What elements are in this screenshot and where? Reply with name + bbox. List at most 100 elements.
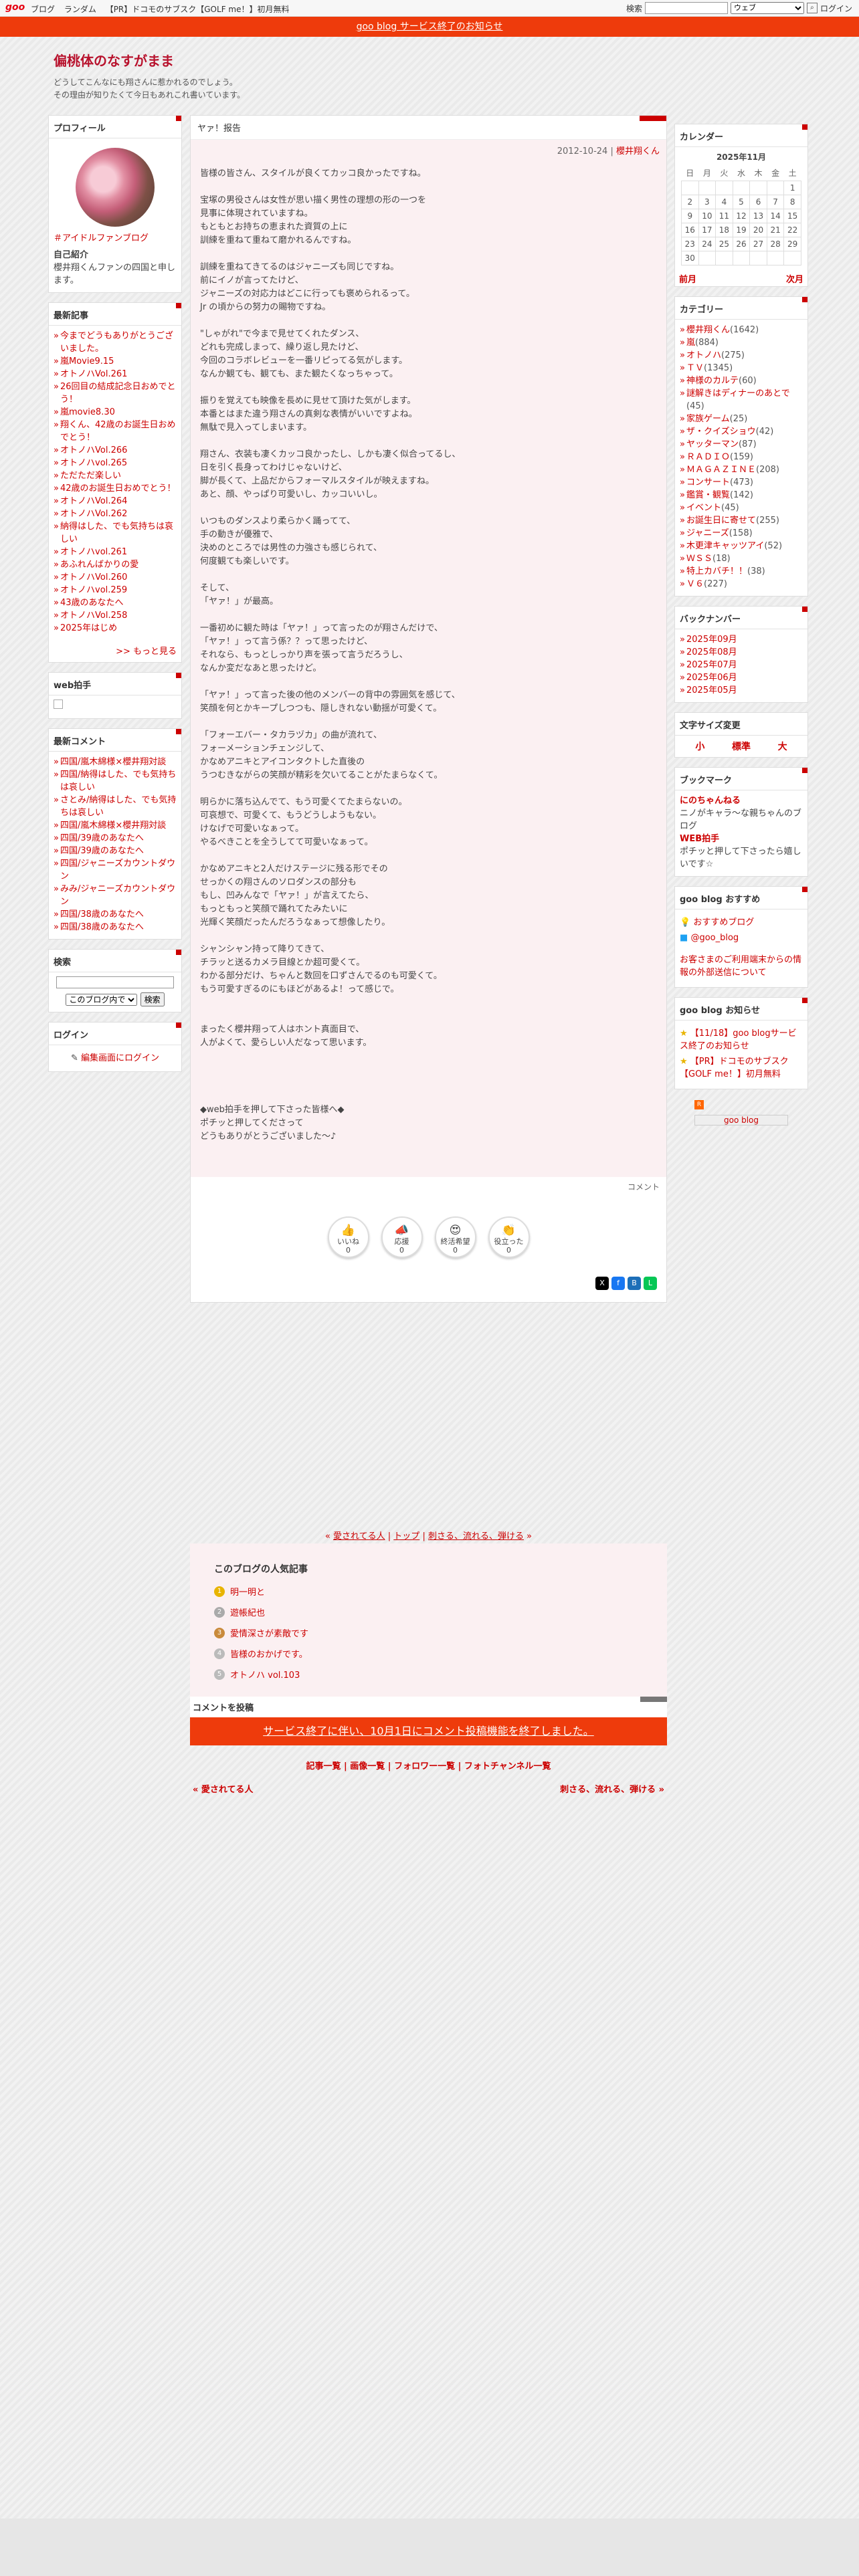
recommend-blog-link[interactable]: おすすめブログ [693,918,754,928]
hatena-share-icon[interactable]: B [628,1277,641,1290]
recent-comment-item[interactable]: みみ/ジャニーズカウントダウン [54,883,177,908]
fontsize-large[interactable]: 大 [778,740,787,753]
recommend-twitter-link[interactable]: @goo_blog [690,933,739,943]
footer-link-photo[interactable]: フォトチャンネル一覧 [464,1761,551,1772]
calendar-day[interactable]: 8 [783,195,801,209]
recent-article-item[interactable]: 嵐movie8.30 [54,406,177,419]
calendar-day[interactable]: 5 [732,195,751,209]
blog-search-input[interactable] [56,976,174,988]
service-notice-link[interactable]: goo blog サービス終了のお知らせ [357,21,503,32]
article-title[interactable]: ヤァ！报告 [191,116,666,140]
calendar-day[interactable]: 25 [715,237,733,251]
recent-comment-item[interactable]: 四国/納得はした、でも気持ちは哀しい [54,768,177,794]
x-share-icon[interactable]: X [595,1277,609,1290]
footer-link-articles[interactable]: 記事一覧 [306,1761,341,1772]
recent-article-item[interactable]: ただただ楽しい [54,469,177,482]
recent-article-item[interactable]: あふれんばかりの愛 [54,558,177,571]
category-item[interactable]: ＲＡＤＩＯ(159) [680,451,803,463]
category-item[interactable]: 櫻井翔くん(1642) [680,324,803,336]
pager-top[interactable]: トップ [393,1531,419,1541]
category-item[interactable]: 家族ゲーム(25) [680,413,803,425]
fontsize-normal[interactable]: 標準 [732,740,751,753]
recent-comment-item[interactable]: 四国/38歳のあなたへ [54,908,177,921]
category-name[interactable]: Ｖ６ [686,579,704,589]
calendar-day[interactable]: 26 [732,237,751,251]
recent-article-item[interactable]: オトノハVol.260 [54,571,177,584]
popular-item[interactable]: 1 明一明と [214,1585,643,1598]
calendar-day[interactable]: 29 [783,237,801,251]
footer-link-followers[interactable]: フォロワー一覧 [394,1761,455,1772]
category-item[interactable]: 謎解きはディナーのあとで (45) [680,387,803,413]
category-name[interactable]: 家族ゲーム [686,414,730,424]
category-name[interactable]: コンサート [686,477,730,488]
category-item[interactable]: お誕生日に寄せて(255) [680,514,803,527]
category-name[interactable]: 謎解きはディナーのあとで [686,389,790,399]
popular-item[interactable]: 5 オトノハ vol.103 [214,1668,643,1681]
backnumber-item[interactable]: 2025年08月 [680,646,803,659]
recent-article-item[interactable]: 翔くん、42歳のお誕生日おめでとう！ [54,419,177,444]
webclap-image[interactable] [54,700,63,709]
recent-article-item[interactable]: オトノハVol.262 [54,508,177,520]
calendar-day[interactable]: 22 [783,223,801,237]
calendar-day[interactable]: 15 [783,209,801,223]
fontsize-small[interactable]: 小 [695,740,704,753]
goo-logo[interactable]: goo [5,2,25,13]
reaction-button[interactable]: 👏 役立った 0 [488,1216,530,1258]
avatar[interactable] [76,148,155,227]
comment-closed-link[interactable]: サービス終了に伴い、10月1日にコメント投稿機能を終了しました。 [263,1725,594,1737]
recent-article-item[interactable]: オトノハVol.261 [54,368,177,381]
recent-article-item[interactable]: 今までどうもありがとうございました。 [54,330,177,355]
category-item[interactable]: 鑑賞・観覧(142) [680,489,803,502]
news-1-link[interactable]: 【11/18】goo blogサービス終了のお知らせ [680,1029,797,1051]
popular-item-label[interactable]: 皆様のおかげです。 [230,1647,308,1660]
recent-comment-item[interactable]: 四国/39歳のあなたへ [54,832,177,845]
calendar-day[interactable]: 16 [681,223,699,237]
blog-search-button[interactable]: 検索 [140,992,165,1006]
bookmark-2-link[interactable]: WEB拍手 [680,834,719,844]
login-link[interactable]: ログイン [820,3,852,14]
category-item[interactable]: ザ・クイズショウ(42) [680,425,803,438]
recent-comment-item[interactable]: 四国/嵐木綿様×櫻井翔対談 [54,819,177,832]
calendar-day[interactable]: 30 [681,251,699,265]
popular-item-label[interactable]: 遊帳紀也 [230,1606,265,1618]
nav-pr[interactable]: 【PR】ドコモのサブスク【GOLF me！】初月無料 [106,5,290,14]
news-2-link[interactable]: 【PR】ドコモのサブスク【GOLF me！】初月無料 [680,1057,789,1079]
recent-article-item[interactable]: オトノハVol.258 [54,609,177,622]
backnumber-item[interactable]: 2025年06月 [680,671,803,684]
backnumber-item[interactable]: 2025年07月 [680,659,803,671]
category-name[interactable]: ＭＡＧＡＺＩＮＥ [686,465,756,475]
line-share-icon[interactable]: L [644,1277,657,1290]
category-name[interactable]: ジャニーズ [686,528,729,538]
backnumber-item[interactable]: 2025年09月 [680,633,803,646]
calendar-day[interactable]: 2 [681,195,699,209]
recent-article-item[interactable]: 26回目の結成記念日おめでとう！ [54,381,177,406]
category-name[interactable]: ＷＳＳ [686,554,712,564]
category-item[interactable]: 神様のカルテ(60) [680,374,803,387]
search-scope-select[interactable]: ウェブ [730,2,804,14]
category-item[interactable]: ＷＳＳ(18) [680,552,803,565]
recent-article-item[interactable]: 納得はした、でも気持ちは哀しい [54,520,177,546]
category-item[interactable]: オトノハ(275) [680,349,803,362]
popular-item[interactable]: 4 皆様のおかげです。 [214,1647,643,1660]
calendar-day[interactable]: 7 [766,195,785,209]
profile-link[interactable]: ＃アイドルファンブログ [54,233,149,243]
category-item[interactable]: 木更津キャッツアイ(52) [680,540,803,552]
calendar-day[interactable]: 14 [766,209,785,223]
calendar-day[interactable]: 1 [783,181,801,195]
category-name[interactable]: ＲＡＤＩＯ [686,452,730,462]
pager-next[interactable]: 刺さる、流れる、弾ける [428,1531,524,1541]
reaction-button[interactable]: 👍 いいね 0 [327,1216,369,1258]
edit-login-link[interactable]: 編集画面にログイン [81,1053,159,1063]
pager-prev[interactable]: 愛されてる人 [333,1531,385,1541]
calendar-day[interactable]: 9 [681,209,699,223]
article-comment-link[interactable]: コメント [191,1177,666,1196]
recent-article-item[interactable]: オトノハvol.265 [54,457,177,469]
calendar-prev[interactable]: 前月 [679,272,696,285]
rss-icon[interactable]: R [694,1100,704,1109]
calendar-day[interactable]: 11 [715,209,733,223]
category-name[interactable]: 鑑賞・観覧 [686,490,730,500]
external-info-link[interactable]: お客さまのご利用端末からの情報の外部送信について [680,955,801,978]
reaction-button[interactable]: 📣 応援 0 [381,1216,423,1258]
recent-article-item[interactable]: 43歳のあなたへ [54,597,177,609]
calendar-day[interactable]: 27 [749,237,767,251]
